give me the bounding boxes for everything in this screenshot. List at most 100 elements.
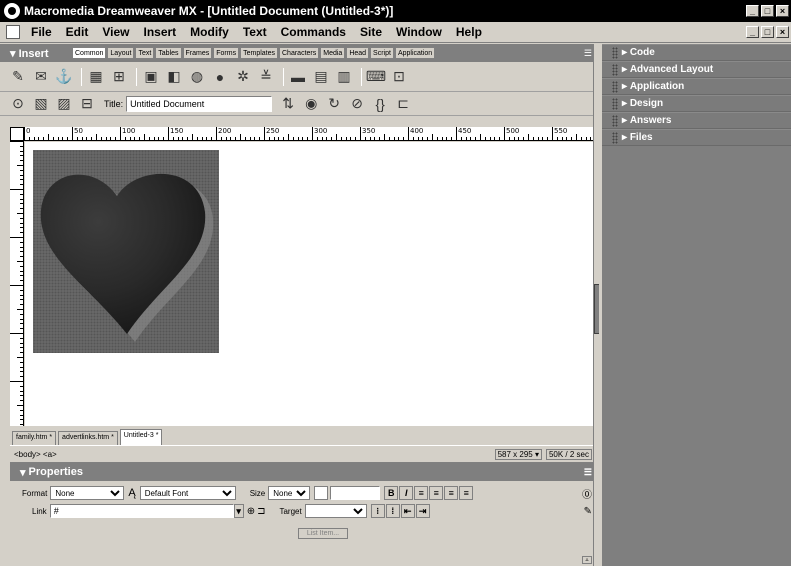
panel-answers[interactable]: ▸ Answers bbox=[602, 112, 791, 129]
doc-close-icon[interactable]: × bbox=[776, 26, 789, 38]
outdent-icon[interactable]: ⇤ bbox=[400, 504, 415, 518]
template-icon[interactable]: ⊡ bbox=[389, 67, 409, 87]
date-icon[interactable]: ▤ bbox=[311, 67, 331, 87]
tag-selector[interactable]: <body> <a> bbox=[14, 450, 57, 459]
tab-media[interactable]: Media bbox=[320, 47, 346, 59]
properties-header[interactable]: ▾ Properties ☰ bbox=[10, 463, 596, 481]
menu-view[interactable]: View bbox=[95, 25, 136, 39]
doc-tab-untitled-3[interactable]: Untitled-3 * bbox=[119, 429, 163, 445]
close-icon[interactable]: × bbox=[776, 5, 789, 17]
point-to-file-icon[interactable]: ⊕ bbox=[247, 506, 255, 517]
menu-site[interactable]: Site bbox=[353, 25, 389, 39]
grip-icon[interactable] bbox=[612, 80, 618, 93]
tab-forms[interactable]: Forms bbox=[213, 47, 240, 59]
live-data-icon[interactable]: ⊟ bbox=[77, 94, 97, 114]
tab-script[interactable]: Script bbox=[370, 47, 394, 59]
doc-tab-family[interactable]: family.htm * bbox=[12, 431, 57, 445]
menu-edit[interactable]: Edit bbox=[59, 25, 96, 39]
navigation-bar-icon[interactable]: ≚ bbox=[256, 67, 276, 87]
tab-characters[interactable]: Characters bbox=[279, 47, 320, 59]
ordered-list-icon[interactable]: ⁞ bbox=[385, 504, 400, 518]
layer-icon[interactable]: ⊞ bbox=[109, 67, 129, 87]
link-input[interactable] bbox=[49, 504, 234, 518]
grip-icon[interactable] bbox=[612, 63, 618, 76]
expand-panel-icon[interactable]: ▵ bbox=[582, 556, 592, 564]
format-select[interactable]: None bbox=[50, 486, 125, 500]
tab-text[interactable]: Text bbox=[135, 47, 155, 59]
tab-common[interactable]: Common bbox=[72, 47, 107, 59]
tabular-data-icon[interactable]: ▥ bbox=[334, 67, 354, 87]
panel-design[interactable]: ▸ Design bbox=[602, 95, 791, 112]
window-size[interactable]: 587 x 295 ▾ bbox=[494, 448, 542, 460]
design-view-icon[interactable]: ▨ bbox=[54, 94, 74, 114]
panel-options-icon[interactable]: ☰ bbox=[584, 48, 592, 59]
indent-icon[interactable]: ⇥ bbox=[415, 504, 430, 518]
browse-folder-icon[interactable]: ⊐ bbox=[257, 506, 265, 517]
code-view-icon[interactable]: ⊙ bbox=[8, 94, 28, 114]
file-management-icon[interactable]: ⇅ bbox=[278, 94, 298, 114]
image-placeholder-icon[interactable]: ◧ bbox=[164, 67, 184, 87]
panel-code[interactable]: ▸ Code bbox=[602, 44, 791, 61]
preview-browser-icon[interactable]: ◉ bbox=[301, 94, 321, 114]
code-navigation-icon[interactable]: {} bbox=[370, 94, 390, 114]
table-icon[interactable]: ▦ bbox=[86, 67, 106, 87]
text-color-input[interactable] bbox=[330, 486, 381, 500]
grip-icon[interactable] bbox=[612, 114, 618, 127]
fireworks-icon[interactable]: ◍ bbox=[187, 67, 207, 87]
menu-window[interactable]: Window bbox=[389, 25, 449, 39]
panel-files[interactable]: ▸ Files bbox=[602, 129, 791, 146]
bold-button[interactable]: B bbox=[384, 486, 399, 500]
split-view-icon[interactable]: ▧ bbox=[31, 94, 51, 114]
panel-application[interactable]: ▸ Application bbox=[602, 78, 791, 95]
css-style-icon[interactable]: Ą bbox=[128, 487, 135, 499]
menu-modify[interactable]: Modify bbox=[183, 25, 236, 39]
image-icon[interactable]: ▣ bbox=[141, 67, 161, 87]
menu-text[interactable]: Text bbox=[236, 25, 274, 39]
doc-tab-advertlinks[interactable]: advertlinks.htm * bbox=[58, 431, 118, 445]
flash-icon[interactable]: ● bbox=[210, 67, 230, 87]
reference-icon[interactable]: ⊘ bbox=[347, 94, 367, 114]
italic-button[interactable]: I bbox=[399, 486, 414, 500]
heart-image[interactable] bbox=[33, 150, 219, 353]
list-item-button[interactable]: List Item... bbox=[297, 528, 349, 539]
align-right-icon[interactable]: ≡ bbox=[444, 486, 459, 500]
horizontal-rule-icon[interactable]: ▬ bbox=[288, 67, 308, 87]
link-dropdown-icon[interactable]: ▾ bbox=[233, 504, 244, 518]
tab-templates[interactable]: Templates bbox=[240, 47, 278, 59]
grip-icon[interactable] bbox=[612, 46, 618, 59]
edit-icon[interactable]: ✎ bbox=[584, 506, 592, 517]
font-select[interactable]: Default Font bbox=[139, 486, 236, 500]
restore-icon[interactable]: □ bbox=[761, 5, 774, 17]
document-icon[interactable] bbox=[6, 25, 20, 39]
doc-restore-icon[interactable]: □ bbox=[761, 26, 774, 38]
hyperlink-icon[interactable]: ✎ bbox=[8, 67, 28, 87]
minimize-icon[interactable]: _ bbox=[746, 5, 759, 17]
tab-application[interactable]: Application bbox=[394, 47, 436, 59]
menu-file[interactable]: File bbox=[24, 25, 59, 39]
view-options-icon[interactable]: ⊏ bbox=[393, 94, 413, 114]
doc-minimize-icon[interactable]: _ bbox=[746, 26, 759, 38]
refresh-icon[interactable]: ↻ bbox=[324, 94, 344, 114]
justify-icon[interactable]: ≡ bbox=[459, 486, 474, 500]
size-select[interactable]: None bbox=[268, 486, 311, 500]
insert-panel-title[interactable]: ▾ Insert bbox=[0, 47, 72, 60]
title-input[interactable] bbox=[126, 95, 273, 112]
menu-help[interactable]: Help bbox=[449, 25, 489, 39]
align-center-icon[interactable]: ≡ bbox=[429, 486, 444, 500]
target-select[interactable] bbox=[304, 504, 367, 518]
tab-frames[interactable]: Frames bbox=[182, 47, 213, 59]
design-view-canvas[interactable] bbox=[25, 142, 596, 426]
properties-options-icon[interactable]: ☰ bbox=[584, 467, 592, 478]
grip-icon[interactable] bbox=[612, 131, 618, 144]
tab-layout[interactable]: Layout bbox=[107, 47, 135, 59]
email-link-icon[interactable]: ✉ bbox=[31, 67, 51, 87]
align-left-icon[interactable]: ≡ bbox=[414, 486, 429, 500]
menu-insert[interactable]: Insert bbox=[136, 25, 183, 39]
ruler-origin[interactable] bbox=[10, 127, 24, 141]
grip-icon[interactable] bbox=[612, 97, 618, 110]
menu-commands[interactable]: Commands bbox=[274, 25, 353, 39]
tab-head[interactable]: Head bbox=[346, 47, 370, 59]
unordered-list-icon[interactable]: ⁝ bbox=[370, 504, 385, 518]
anchor-icon[interactable]: ⚓ bbox=[54, 67, 74, 87]
comment-icon[interactable]: ⌨ bbox=[366, 67, 386, 87]
